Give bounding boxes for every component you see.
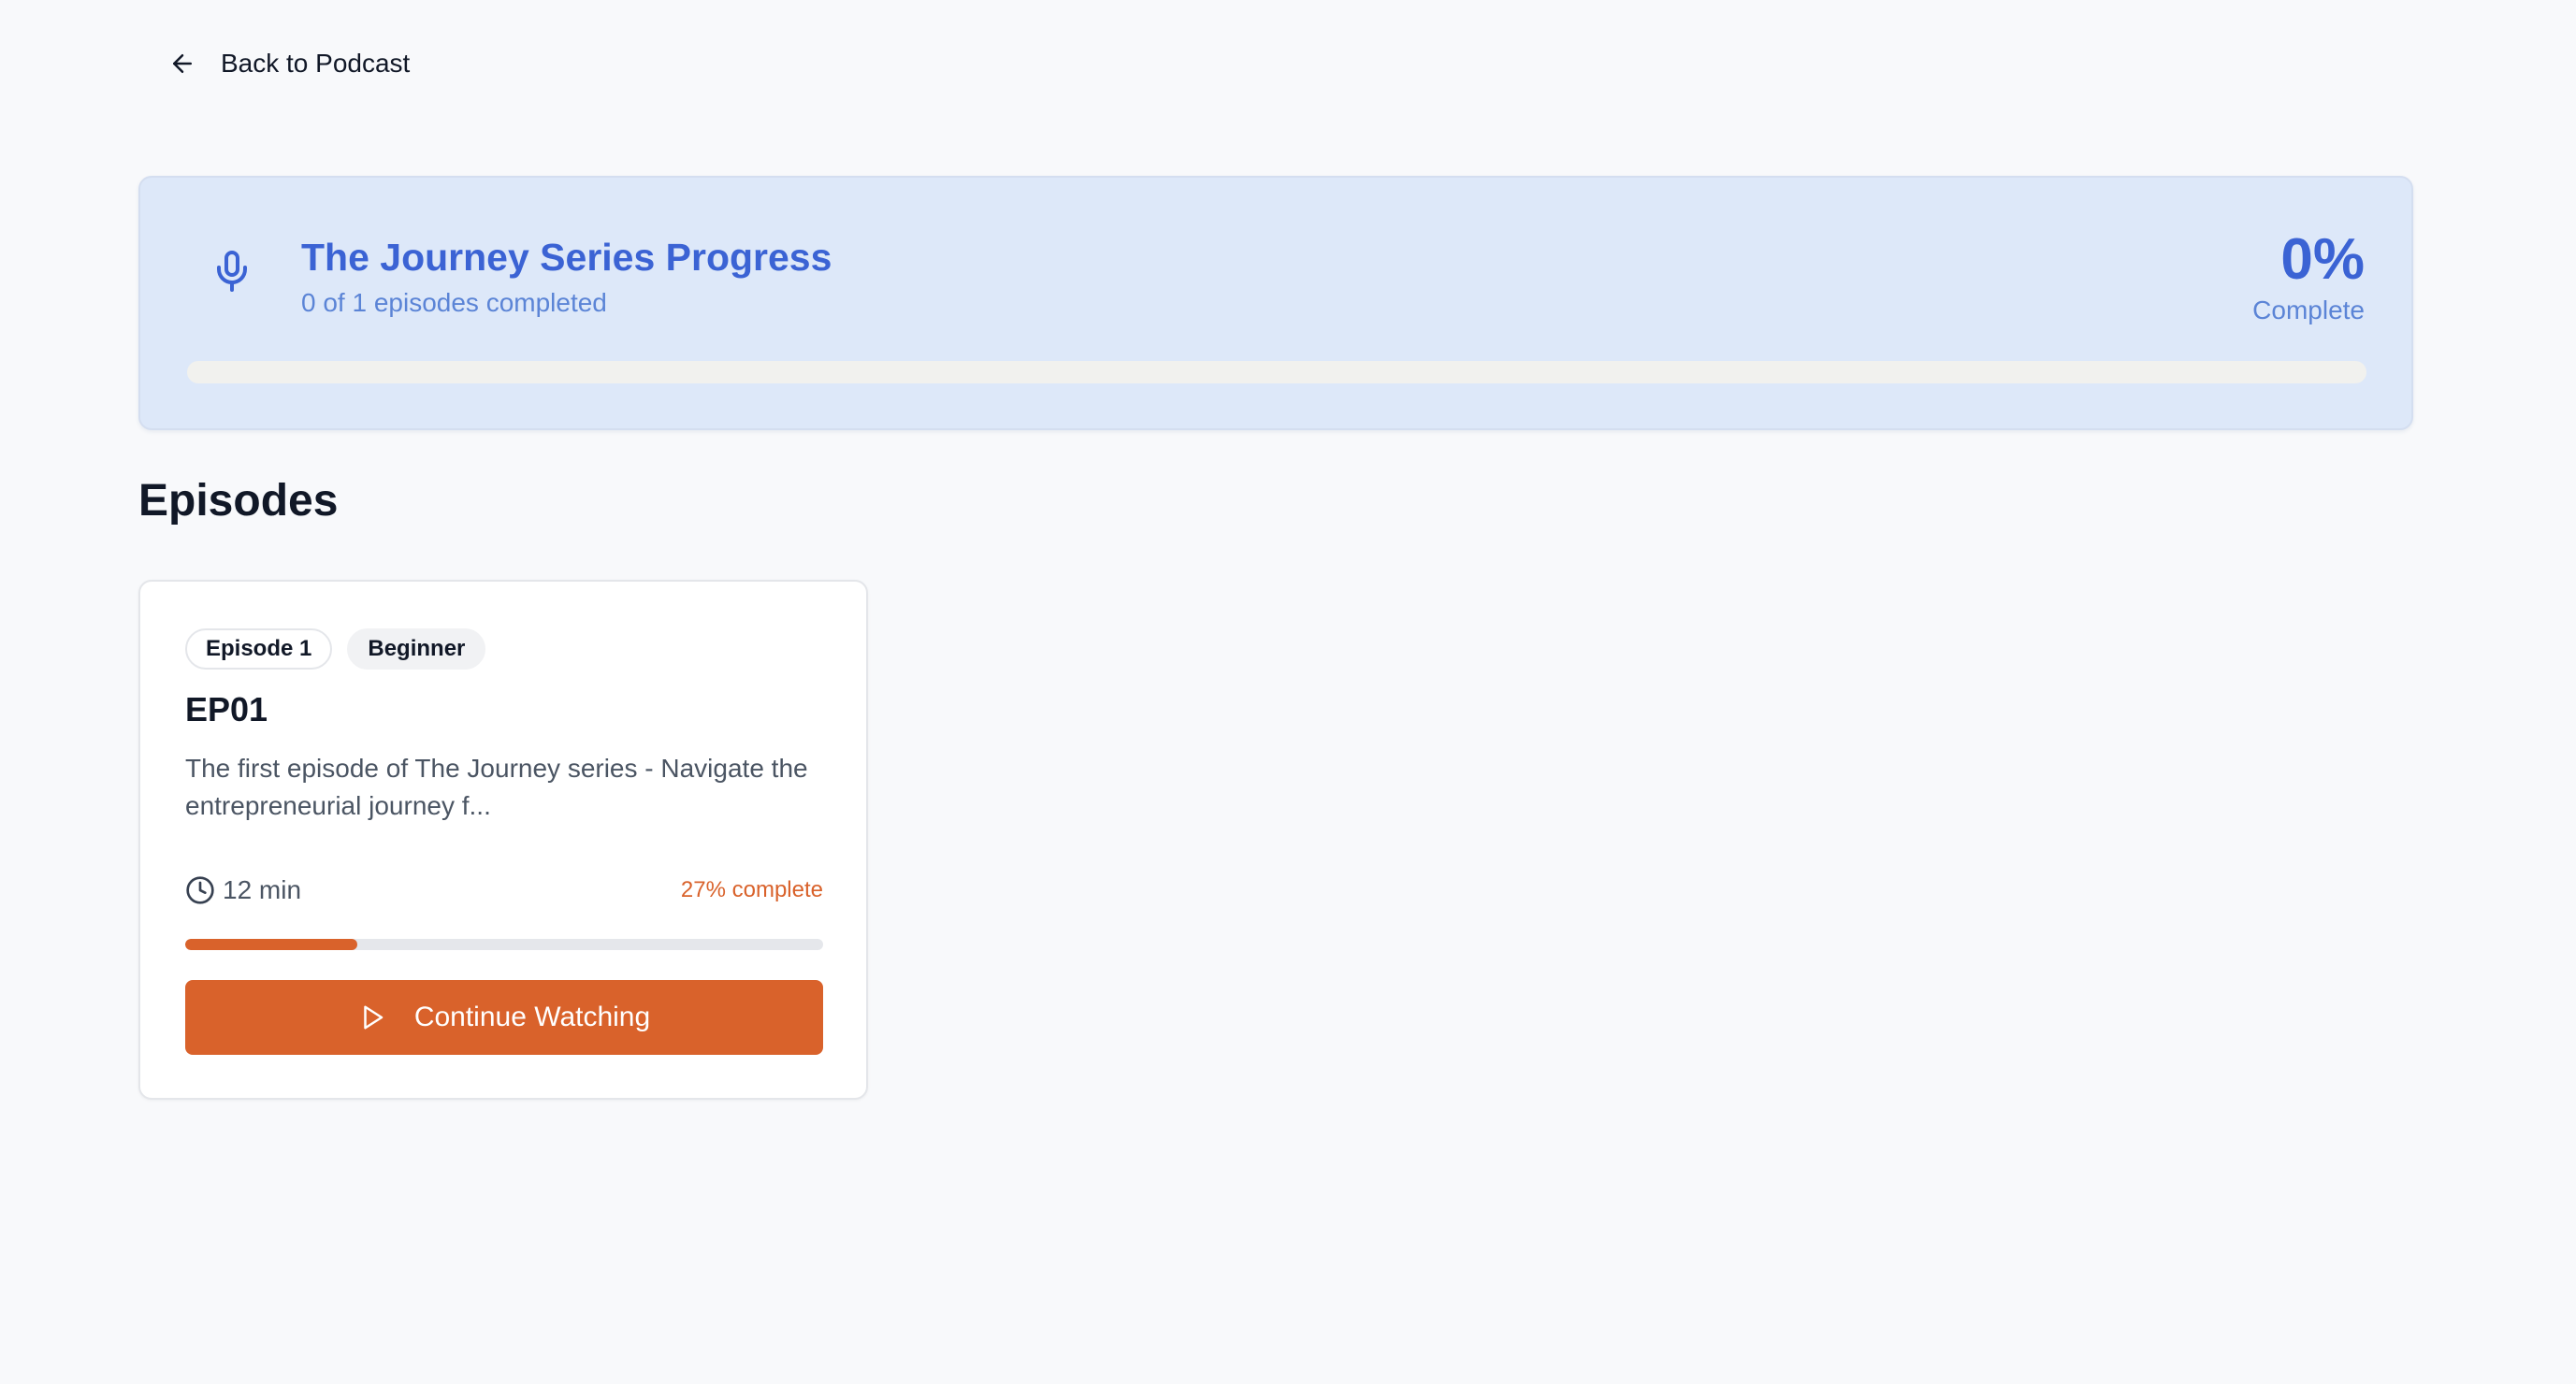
episodes-heading: Episodes	[138, 476, 339, 526]
episode-card: Episode 1 Beginner EP01 The first episod…	[138, 580, 868, 1100]
episode-complete-label: 27% complete	[680, 877, 823, 902]
clock-icon	[185, 875, 215, 905]
arrow-left-icon	[168, 50, 196, 78]
episode-title: EP01	[185, 690, 268, 728]
episode-progress-bar	[185, 939, 823, 950]
series-progress-percent-caption: Complete	[2252, 296, 2365, 324]
series-progress-subtitle: 0 of 1 episodes completed	[301, 288, 607, 317]
series-progress-percent: 0%	[2280, 227, 2365, 292]
series-progress-card: The Journey Series Progress 0 of 1 episo…	[138, 176, 2413, 430]
episode-progress-bar-fill	[185, 939, 358, 950]
continue-watching-button[interactable]: Continue Watching	[185, 980, 823, 1055]
episode-badges: Episode 1 Beginner	[185, 628, 486, 670]
continue-watching-label: Continue Watching	[413, 1002, 651, 1032]
play-icon	[358, 1003, 386, 1031]
episode-level-badge: Beginner	[347, 628, 486, 670]
episode-number-badge: Episode 1	[185, 628, 333, 670]
episode-duration-text: 12 min	[223, 875, 302, 904]
episode-meta-row: 12 min 27% complete	[185, 872, 823, 909]
back-link-label: Back to Podcast	[221, 49, 411, 78]
series-progress-bar	[187, 361, 2366, 383]
back-to-podcast-link[interactable]: Back to Podcast	[150, 37, 428, 90]
episode-description: The first episode of The Journey series …	[185, 754, 808, 820]
episode-duration: 12 min	[185, 875, 301, 905]
page: Back to Podcast The Journey Series Progr…	[0, 0, 2576, 1384]
microphone-icon	[210, 249, 254, 294]
series-progress-title: The Journey Series Progress	[301, 236, 832, 279]
